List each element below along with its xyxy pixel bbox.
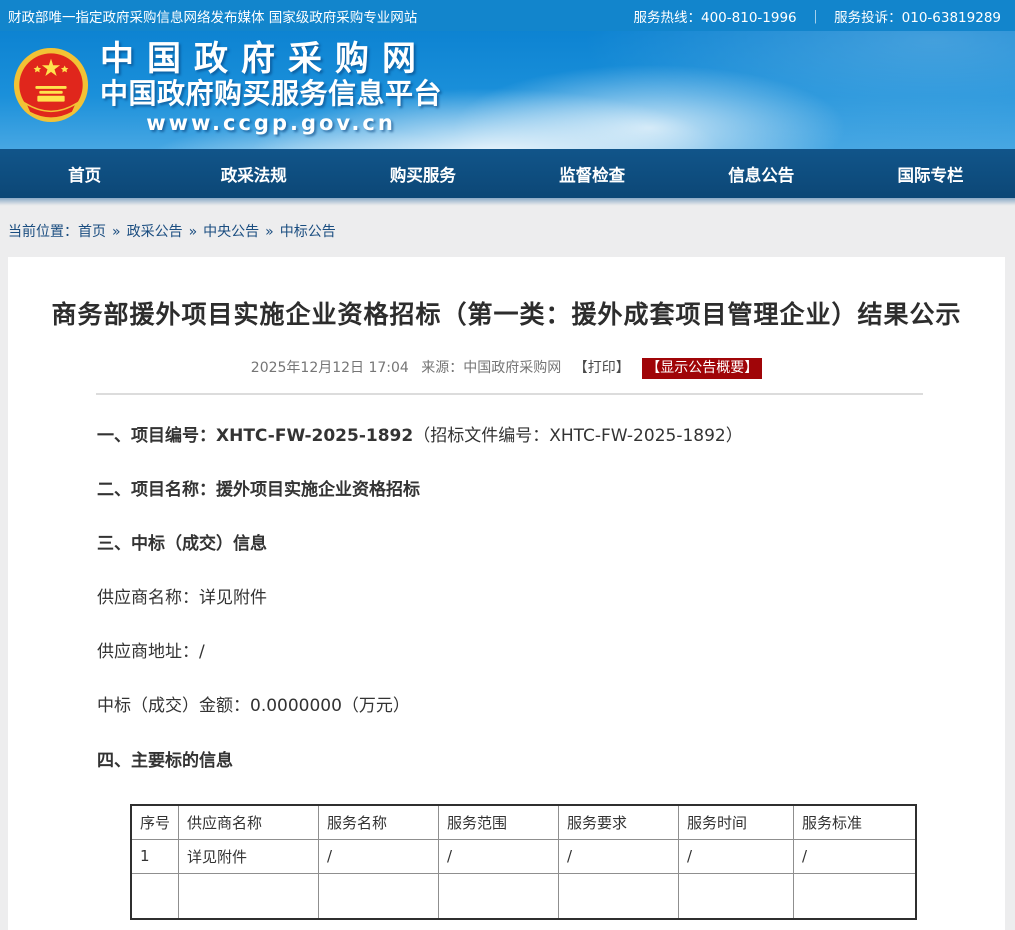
breadcrumb-central[interactable]: 中央公告 — [203, 224, 259, 240]
nav-item-announcements[interactable]: 信息公告 — [677, 149, 846, 198]
col-header-seq: 序号 — [131, 805, 179, 840]
article-body: 一、项目编号：XHTC-FW-2025-1892（招标文件编号：XHTC-FW-… — [8, 395, 1005, 920]
nav-item-supervision[interactable]: 监督检查 — [508, 149, 677, 198]
breadcrumb: 当前位置：首页 » 政采公告 » 中央公告 » 中标公告 — [0, 206, 1015, 257]
media-statement: 财政部唯一指定政府采购信息网络发布媒体 国家级政府采购专业网站 — [8, 6, 417, 26]
site-name: 中国政府采购网 — [100, 40, 442, 78]
breadcrumb-home[interactable]: 首页 — [78, 224, 106, 240]
article-meta: 2025年12月12日 17:04 来源：中国政府采购网 【打印】 【显示公告概… — [8, 357, 1005, 377]
col-header-service-scope: 服务范围 — [439, 805, 559, 840]
article-panel: 商务部援外项目实施企业资格招标（第一类：援外成套项目管理企业）结果公示 2025… — [8, 257, 1005, 930]
paragraph-award-amount: 中标（成交）金额：0.0000000（万元） — [97, 695, 921, 717]
col-header-service-time: 服务时间 — [679, 805, 794, 840]
subject-info-table-wrap: 序号 供应商名称 服务名称 服务范围 服务要求 服务时间 服务标准 1 详见附件… — [130, 804, 921, 921]
top-info-bar: 财政部唯一指定政府采购信息网络发布媒体 国家级政府采购专业网站 服务热线：400… — [0, 0, 1015, 31]
breadcrumb-zhengcai[interactable]: 政采公告 — [127, 224, 183, 240]
table-row: 1 详见附件 / / / / / — [131, 839, 916, 873]
breadcrumb-separator: » — [112, 224, 121, 240]
nav-item-home[interactable]: 首页 — [0, 149, 169, 198]
col-header-service-std: 服务标准 — [794, 805, 916, 840]
paragraph-supplier-address: 供应商地址：/ — [97, 641, 921, 663]
site-url: www.ccgp.gov.cn — [100, 110, 442, 136]
breadcrumb-label: 当前位置： — [8, 224, 78, 240]
nav-item-international[interactable]: 国际专栏 — [846, 149, 1015, 198]
service-complaint: 服务投诉：010-63819289 — [834, 6, 1001, 26]
paragraph-main-subject-heading: 四、主要标的信息 — [97, 750, 921, 772]
nav-item-purchase[interactable]: 购买服务 — [338, 149, 507, 198]
nav-item-regulations[interactable]: 政采法规 — [169, 149, 338, 198]
site-logo[interactable]: 中国政府采购网 中国政府购买服务信息平台 www.ccgp.gov.cn — [12, 40, 442, 136]
national-emblem-icon — [12, 46, 90, 124]
breadcrumb-separator: » — [189, 224, 198, 240]
site-header: 中国政府采购网 中国政府购买服务信息平台 www.ccgp.gov.cn — [0, 31, 1015, 149]
paragraph-project-name: 二、项目名称：援外项目实施企业资格招标 — [97, 479, 921, 501]
paragraph-project-number: 一、项目编号：XHTC-FW-2025-1892（招标文件编号：XHTC-FW-… — [97, 425, 921, 447]
table-row-empty — [131, 873, 916, 919]
col-header-service-name: 服务名称 — [319, 805, 439, 840]
publish-datetime: 2025年12月12日 17:04 — [251, 360, 409, 376]
topbar-separator: ｜ — [809, 6, 823, 26]
subject-info-table: 序号 供应商名称 服务名称 服务范围 服务要求 服务时间 服务标准 1 详见附件… — [130, 804, 917, 921]
page-title: 商务部援外项目实施企业资格招标（第一类：援外成套项目管理企业）结果公示 — [8, 295, 1005, 331]
col-header-service-req: 服务要求 — [559, 805, 679, 840]
paragraph-award-info-heading: 三、中标（成交）信息 — [97, 533, 921, 555]
col-header-supplier: 供应商名称 — [179, 805, 319, 840]
print-button[interactable]: 【打印】 — [574, 360, 630, 376]
main-nav: 首页 政采法规 购买服务 监督检查 信息公告 国际专栏 — [0, 149, 1015, 198]
show-summary-button[interactable]: 【显示公告概要】 — [642, 358, 762, 379]
service-hotline: 服务热线：400-810-1996 — [634, 6, 797, 26]
paragraph-supplier-name: 供应商名称：详见附件 — [97, 587, 921, 609]
article-source: 来源：中国政府采购网 — [421, 360, 561, 376]
table-header-row: 序号 供应商名称 服务名称 服务范围 服务要求 服务时间 服务标准 — [131, 805, 916, 840]
nav-shadow — [0, 198, 1015, 206]
breadcrumb-separator: » — [265, 224, 274, 240]
site-subtitle: 中国政府购买服务信息平台 — [100, 78, 442, 110]
breadcrumb-zhongbiao[interactable]: 中标公告 — [280, 224, 336, 240]
